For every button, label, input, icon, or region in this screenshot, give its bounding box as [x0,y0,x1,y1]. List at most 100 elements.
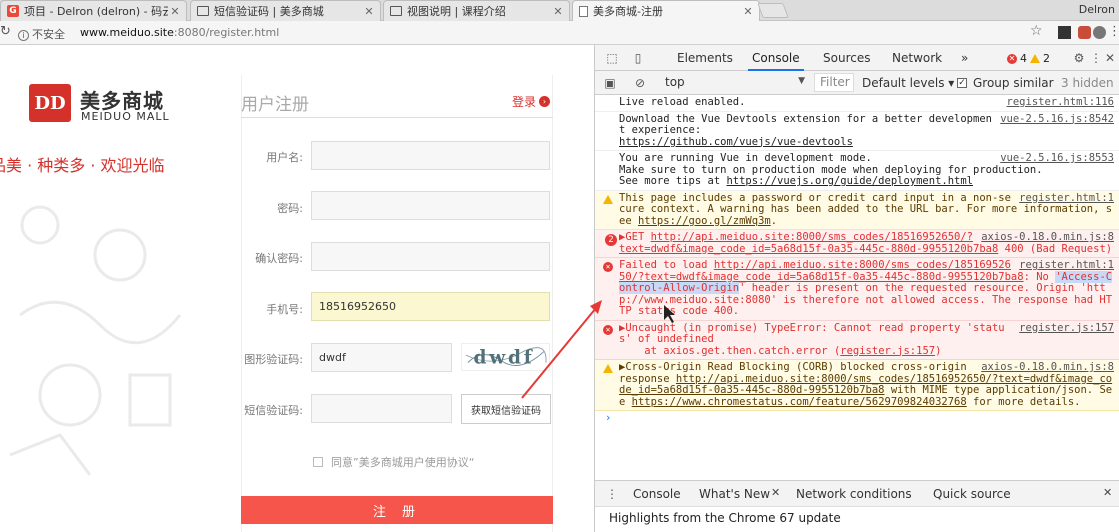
inspect-element-icon[interactable]: ⬚ [605,51,619,65]
username-label: 用户名: [266,151,303,164]
profile-name[interactable]: Delron [1079,3,1115,16]
close-icon[interactable]: ✕ [168,5,182,18]
hidden-count: 3 hidden [1061,76,1114,90]
message-text: Live reload enabled. [619,96,746,108]
more-options-icon[interactable]: ⋮ [1089,51,1103,65]
close-icon[interactable]: ✕ [551,5,565,18]
confirm-password-input[interactable] [311,242,550,271]
issue-counter[interactable]: ✕ 4 2 [1007,52,1050,65]
tab-sources[interactable]: Sources [823,51,870,65]
repeat-count-badge: 2 [605,234,617,246]
drawer-tab-quick-source[interactable]: Quick source [933,487,1011,501]
close-icon[interactable]: ✕ [362,5,376,18]
web-page: DD 美多商城 MEIDUO MALL 品美 · 种类多 · 欢迎光临 用户注册… [0,45,594,532]
console-warning: register.html:1 This page includes a pas… [595,190,1119,230]
warning-icon [603,194,613,204]
message-link[interactable]: http://api.meiduo.site:8000/sms_codes/18… [619,231,998,255]
message-source-link[interactable]: register.html:116 [1007,96,1114,109]
message-tail: for more details. [966,395,1081,408]
url-path: :8080/register.html [173,26,280,39]
book-icon [390,6,402,16]
drawer-tab-network-conditions[interactable]: Network conditions [796,487,912,501]
message-link[interactable]: https://github.com/vuejs/vue-devtools [619,136,853,148]
security-label: 不安全 [32,28,65,41]
url-host: www.meiduo.site [80,26,174,39]
more-tabs-icon[interactable]: » [961,51,968,65]
address-bar: ↻ i 不安全 www.meiduo.site:8080/register.htm… [0,21,1119,45]
checkbox-checked-icon[interactable]: ✓ [957,78,967,88]
settings-icon[interactable]: ⚙ [1072,51,1086,65]
browser-tab[interactable]: G 项目 - Delron (delron) - 码云 G ✕ [0,0,187,21]
tab-title: 短信验证码 | 美多商城 [214,5,324,18]
bookmark-star-icon[interactable]: ☆ [1030,23,1043,39]
extension-qr-icon[interactable] [1058,26,1071,39]
console-prompt[interactable]: › [595,411,1119,427]
agreement-text: 同意”美多商城用户使用协议“ [331,456,475,469]
tab-console[interactable]: Console [748,51,804,71]
drawer-menu-icon[interactable]: ⋮ [605,487,619,501]
console-message: register.html:116 Live reload enabled. [595,95,1119,112]
new-tab-button[interactable] [757,3,789,18]
console-log: register.html:116 Live reload enabled. v… [595,95,1119,480]
drawer-tab-console[interactable]: Console [633,487,681,501]
drawer-content: Highlights from the Chrome 67 update [609,511,841,525]
mobile-input[interactable] [311,292,550,321]
logo-subtext: MEIDUO MALL [81,110,170,123]
clear-console-icon[interactable]: ⊘ [633,76,647,90]
url-field[interactable]: www.meiduo.site:8080/register.html [80,26,279,39]
sms-code-input[interactable] [311,394,452,423]
console-error[interactable]: 2 axios-0.18.0.min.js:8 ▶GET http://api.… [595,230,1119,258]
logo-mark[interactable]: DD [29,84,71,122]
message-text: Failed to load [619,259,714,271]
password-input[interactable] [311,191,550,220]
log-levels-dropdown[interactable]: Default levels ▾ [862,76,954,90]
browser-menu-icon[interactable]: ⋮ [1108,24,1119,39]
sms-code-label: 短信验证码: [244,404,303,417]
browser-tab[interactable]: 短信验证码 | 美多商城 ✕ [190,0,381,21]
username-input[interactable] [311,141,550,170]
filter-input[interactable]: Filter [814,73,854,92]
captcha-image[interactable]: dwdf [461,343,550,371]
book-icon [197,6,209,16]
extension-icon[interactable] [1078,26,1091,39]
sidebar-toggle-icon[interactable]: ▣ [603,76,617,90]
browser-tab-strip: G 项目 - Delron (delron) - 码云 G ✕ 短信验证码 | … [0,0,1119,21]
close-icon[interactable]: ✕ [741,5,755,18]
close-drawer-icon[interactable]: ✕ [1103,486,1112,499]
message-tail: . [770,214,778,227]
agreement[interactable]: 同意”美多商城用户使用协议“ [313,454,474,470]
console-error[interactable]: ✕ register.js:157 ▶Uncaught (in promise)… [595,320,1119,360]
tab-network[interactable]: Network [892,51,942,65]
message-source-link[interactable]: vue-2.5.16.js:8542 [1000,113,1114,126]
device-toolbar-icon[interactable]: ▯ [631,51,645,65]
message-link[interactable]: https://www.chromestatus.com/feature/562… [632,396,967,408]
close-icon[interactable]: ✕ [771,486,780,499]
reload-icon[interactable]: ↻ [0,24,11,39]
console-error: ✕ register.html:1 Failed to load http://… [595,258,1119,321]
login-link[interactable]: 登录 › [512,93,551,110]
get-sms-code-button[interactable]: 获取短信验证码 [461,394,551,424]
browser-tab[interactable]: 视图说明 | 课程介绍 ✕ [383,0,570,21]
message-source-link[interactable]: register.js:157 [1019,322,1114,335]
close-devtools-icon[interactable]: ✕ [1103,51,1117,65]
extension-puzzle-icon[interactable] [1093,26,1106,39]
register-button[interactable]: 注 册 [241,496,553,524]
tab-title: 视图说明 | 课程介绍 [407,5,506,18]
password-label: 密码: [277,202,303,215]
tab-elements[interactable]: Elements [677,51,733,65]
context-select[interactable]: top ▼ [665,75,805,89]
warning-count: 2 [1043,52,1050,65]
document-icon [579,5,588,17]
console-warning[interactable]: axios-0.18.0.min.js:8 ▶Cross-Origin Read… [595,360,1119,411]
browser-tab-active[interactable]: 美多商城-注册 ✕ [572,0,760,21]
tab-title: 美多商城-注册 [593,5,663,18]
mobile-label: 手机号: [266,303,303,316]
security-indicator[interactable]: i 不安全 [18,26,65,42]
captcha-input[interactable] [311,343,452,372]
group-similar-toggle[interactable]: ✓ Group similar [957,76,1054,90]
message-link[interactable]: https://vuejs.org/guide/deployment.html [726,175,973,187]
agree-checkbox[interactable] [313,457,323,467]
drawer-tab-whats-new[interactable]: What's New [699,487,770,501]
message-link[interactable]: register.js:157 [840,345,935,357]
message-link[interactable]: https://goo.gl/zmWq3m [638,215,771,227]
